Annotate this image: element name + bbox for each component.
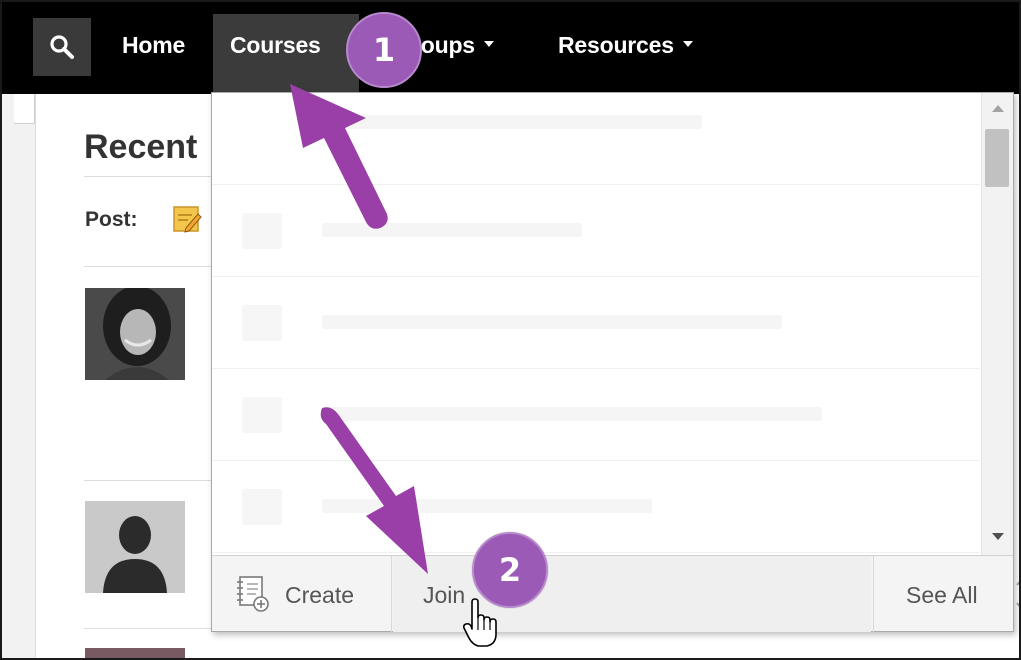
- divider: [84, 628, 214, 629]
- nav-resources[interactable]: Resources: [558, 32, 693, 59]
- step-2-callout: 2: [472, 532, 548, 608]
- top-navigation-bar: Home Courses roups Resources: [2, 2, 1019, 94]
- list-item[interactable]: [212, 461, 980, 553]
- scroll-up-icon[interactable]: [992, 105, 1004, 112]
- list-item[interactable]: [212, 93, 980, 185]
- nav-courses[interactable]: Courses: [230, 32, 321, 59]
- divider: [84, 266, 214, 267]
- avatar[interactable]: [85, 648, 185, 660]
- search-icon: [50, 35, 74, 59]
- hand-pointer-icon: [462, 598, 497, 647]
- scrollbar-thumb[interactable]: [985, 129, 1009, 187]
- divider: [84, 480, 214, 481]
- list-item[interactable]: [212, 277, 980, 369]
- create-label: Create: [285, 582, 355, 608]
- see-all-button[interactable]: See All: [873, 556, 1013, 632]
- dropdown-footer: Create Join See All: [212, 555, 1021, 632]
- avatar-placeholder[interactable]: [85, 501, 185, 593]
- list-item[interactable]: [212, 185, 980, 277]
- avatar[interactable]: [85, 288, 185, 380]
- resize-vertical-icon[interactable]: [1015, 576, 1021, 612]
- nav-resources-label: Resources: [558, 32, 674, 58]
- step-1-callout: 1: [346, 12, 422, 88]
- note-icon[interactable]: [172, 204, 202, 234]
- see-all-label: See All: [906, 582, 978, 608]
- side-panel-edge: [14, 94, 35, 124]
- nav-home[interactable]: Home: [122, 32, 185, 59]
- courses-list: [212, 93, 980, 555]
- join-label: Join: [423, 582, 466, 608]
- courses-dropdown: Create Join See All: [211, 92, 1021, 632]
- recent-heading: Recent: [84, 128, 198, 166]
- post-label: Post:: [85, 208, 138, 231]
- divider: [84, 176, 214, 177]
- create-button[interactable]: Create: [212, 556, 392, 632]
- notebook-add-icon: [237, 576, 269, 612]
- nav-groups[interactable]: roups: [412, 32, 494, 59]
- search-button[interactable]: [33, 18, 91, 76]
- caret-down-icon: [483, 40, 494, 47]
- scrollbar[interactable]: [981, 93, 1013, 555]
- caret-down-icon: [682, 40, 693, 47]
- scroll-down-icon[interactable]: [992, 533, 1004, 540]
- list-item[interactable]: [212, 369, 980, 461]
